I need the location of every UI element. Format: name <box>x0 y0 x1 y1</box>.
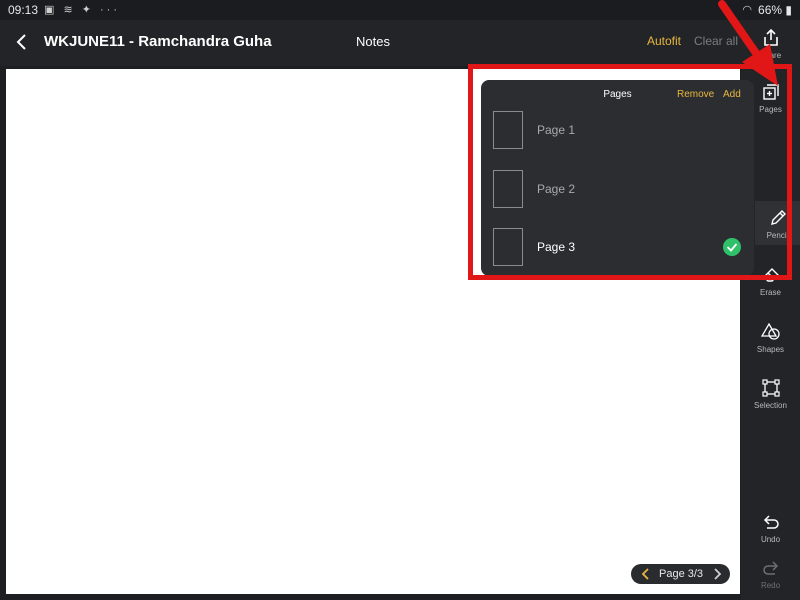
page-thumbnail <box>493 111 523 149</box>
autofit-button[interactable]: Autofit <box>647 34 681 48</box>
notification-icons: ▣ ≋ ✦ ··· <box>44 4 120 16</box>
shapes-icon <box>760 322 780 340</box>
mode-label: Notes <box>356 34 390 49</box>
add-page-button[interactable]: Add <box>723 89 741 100</box>
redo-icon <box>762 561 778 575</box>
status-bar: 09:13 ▣ ≋ ✦ ··· ◠ 66% ▮ <box>0 0 800 20</box>
page-item-2[interactable]: Page 2 <box>481 168 754 220</box>
page-indicator-text: Page 3/3 <box>659 568 704 580</box>
undo-icon <box>763 515 779 529</box>
selected-check-icon <box>723 238 741 256</box>
remove-page-button[interactable]: Remove <box>677 89 714 100</box>
page-thumbnail <box>493 228 523 266</box>
next-page-button[interactable] <box>710 567 724 581</box>
page-indicator: Page 3/3 <box>631 564 730 584</box>
undo-button[interactable]: Undo <box>741 512 800 544</box>
selection-label: Selection <box>754 401 787 410</box>
selection-tool[interactable]: Selection <box>741 378 800 410</box>
chevron-left-icon <box>16 34 26 50</box>
redo-button[interactable]: Redo <box>741 558 800 590</box>
erase-label: Erase <box>760 288 781 297</box>
page-thumbnail <box>493 170 523 208</box>
share-label: Share <box>759 51 782 60</box>
pages-icon <box>762 84 779 100</box>
pencil-tool[interactable]: Pencil <box>755 208 800 240</box>
redo-label: Redo <box>760 581 781 590</box>
battery-indicator: 66% ▮ <box>758 3 792 17</box>
undo-label: Undo <box>760 535 781 544</box>
shapes-tool[interactable]: Shapes <box>741 322 800 354</box>
page-item-3[interactable]: Page 3 <box>481 226 754 278</box>
page-item-1[interactable]: Page 1 <box>481 109 754 161</box>
selection-icon <box>761 379 780 397</box>
share-button[interactable]: Share <box>741 28 800 60</box>
back-button[interactable] <box>12 32 32 52</box>
clear-all-button[interactable]: Clear all <box>694 34 738 48</box>
battery-text: 66% <box>758 3 783 17</box>
page-label: Page 1 <box>537 123 576 137</box>
page-label: Page 3 <box>537 240 576 254</box>
app-header: WKJUNE11 - Ramchandra Guha Notes Autofit… <box>0 20 800 66</box>
pencil-label: Pencil <box>766 231 789 240</box>
previous-page-button[interactable] <box>639 567 653 581</box>
chevron-left-icon <box>641 568 649 580</box>
pages-popup: Pages Remove Add Page 1 Page 2 Page 3 <box>481 80 754 276</box>
battery-icon: ▮ <box>785 3 792 17</box>
status-time: 09:13 <box>8 3 39 17</box>
eraser-icon <box>762 268 779 282</box>
share-icon <box>763 28 778 46</box>
wifi-icon: ◠ <box>742 4 752 16</box>
shapes-label: Shapes <box>756 345 785 354</box>
pencil-icon <box>770 210 786 225</box>
document-title: WKJUNE11 - Ramchandra Guha <box>44 33 272 50</box>
page-label: Page 2 <box>537 182 576 196</box>
chevron-right-icon <box>714 568 722 580</box>
